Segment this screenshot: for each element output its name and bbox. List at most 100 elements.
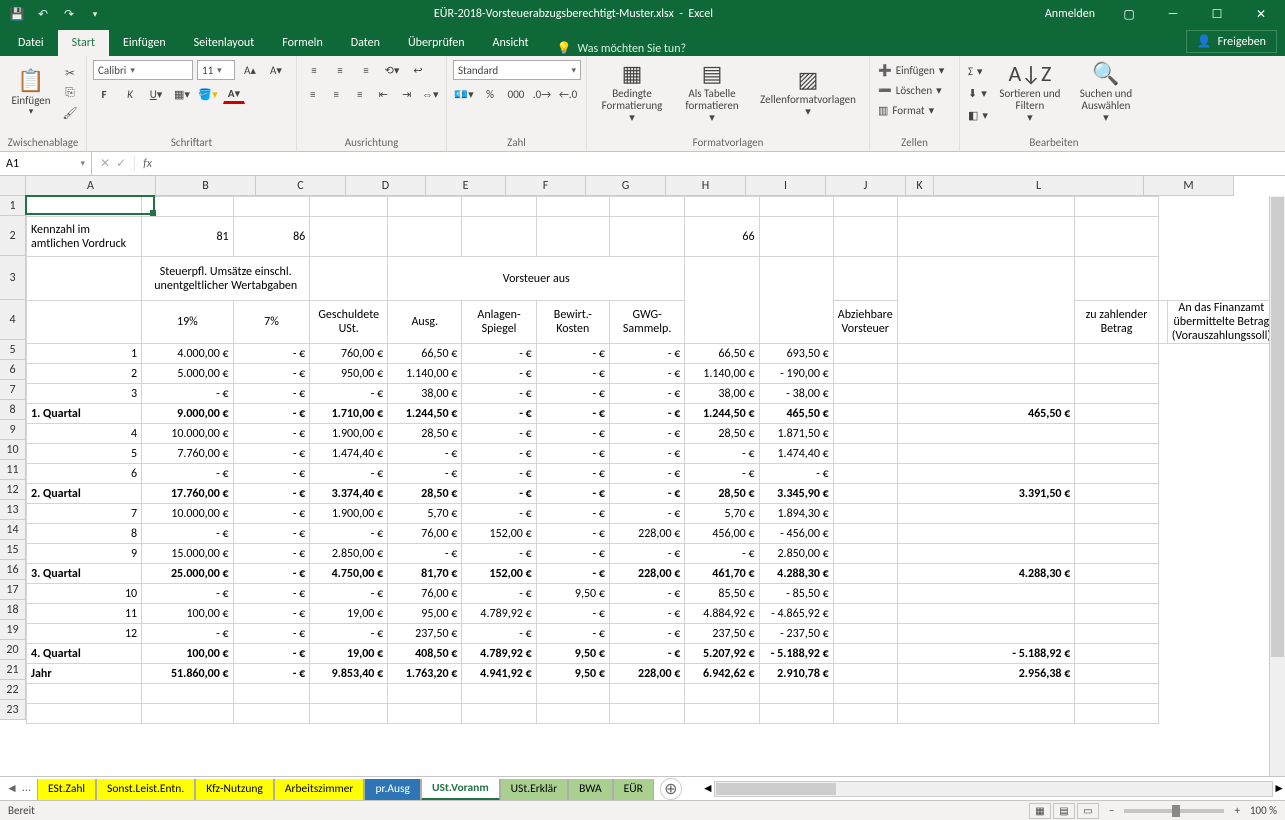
cell[interactable]: - € <box>462 624 536 644</box>
cell[interactable] <box>233 197 310 217</box>
cell[interactable]: 2.850,00 € <box>310 544 388 564</box>
cell[interactable]: 3.374,40 € <box>310 484 388 504</box>
column-headers[interactable]: ABCDEFGHIJKLM <box>26 176 1234 196</box>
row-header[interactable]: 10 <box>0 440 26 460</box>
zoom-out-icon[interactable]: − <box>1109 804 1114 817</box>
column-header[interactable]: H <box>666 176 746 196</box>
cell[interactable] <box>897 504 1075 524</box>
cell[interactable]: - € <box>609 384 684 404</box>
cell[interactable] <box>1075 484 1158 504</box>
cell[interactable]: - € <box>462 504 536 524</box>
align-bottom-icon[interactable]: ≡ <box>355 60 377 80</box>
tab-view[interactable]: Ansicht <box>479 30 543 56</box>
cell[interactable] <box>833 524 897 544</box>
increase-decimal-icon[interactable]: .0→ <box>531 84 553 104</box>
cell[interactable] <box>1075 624 1158 644</box>
view-pagelayout-icon[interactable]: ▤ <box>1053 803 1075 819</box>
cell[interactable] <box>1075 197 1158 217</box>
cell[interactable]: 693,50 € <box>759 344 833 364</box>
decrease-decimal-icon[interactable]: ←.0 <box>557 84 579 104</box>
cell[interactable] <box>1075 384 1158 404</box>
cell[interactable]: - € <box>233 564 310 584</box>
cell[interactable] <box>27 704 142 724</box>
sheet-tab-ustvoranm[interactable]: USt.Voranm <box>421 779 500 801</box>
cell[interactable]: - € <box>462 584 536 604</box>
cell[interactable] <box>609 197 684 217</box>
cell[interactable] <box>897 604 1075 624</box>
column-header[interactable]: J <box>826 176 906 196</box>
cell[interactable] <box>833 604 897 624</box>
cell[interactable]: - € <box>536 404 609 424</box>
cell[interactable]: 7% <box>233 301 310 344</box>
cell[interactable] <box>462 197 536 217</box>
close-icon[interactable]: ✕ <box>1241 0 1281 28</box>
cell[interactable]: 1.871,50 € <box>759 424 833 444</box>
hscroll-left-icon[interactable]: ◄ <box>702 781 714 796</box>
cell[interactable] <box>897 544 1075 564</box>
percent-format-icon[interactable]: % <box>479 84 501 104</box>
cell[interactable] <box>27 301 142 344</box>
cell[interactable] <box>1075 684 1158 704</box>
underline-button[interactable]: U▾ <box>145 84 167 104</box>
cell[interactable] <box>897 344 1075 364</box>
cell[interactable]: 1.244,50 € <box>685 404 759 424</box>
undo-icon[interactable]: ↶ <box>34 5 52 23</box>
tab-pagelayout[interactable]: Seitenlayout <box>180 30 269 56</box>
cell[interactable]: 760,00 € <box>310 344 388 364</box>
cell[interactable]: 152,00 € <box>462 564 536 584</box>
cell[interactable] <box>685 197 759 217</box>
cell[interactable]: 465,50 € <box>897 404 1075 424</box>
cell[interactable]: 4.884,92 € <box>685 604 759 624</box>
cell[interactable] <box>685 704 759 724</box>
cell[interactable] <box>462 217 536 257</box>
cell[interactable] <box>388 217 462 257</box>
row-header[interactable]: 18 <box>0 600 26 620</box>
share-button[interactable]: 👤 Freigeben <box>1186 30 1277 53</box>
cell[interactable] <box>1075 504 1158 524</box>
cell[interactable]: An das Finanzamt übermittelte Betrag (Vo… <box>1167 301 1275 344</box>
cell[interactable]: - € <box>233 404 310 424</box>
column-header[interactable]: M <box>1144 176 1234 196</box>
cells-area[interactable]: Kennzahl im amtlichen Vordruck818666Steu… <box>26 196 1285 724</box>
cell[interactable]: 28,50 € <box>388 424 462 444</box>
tell-me[interactable]: 💡 Was möchten Sie tun? <box>543 41 701 56</box>
column-header[interactable]: K <box>906 176 934 196</box>
cell[interactable] <box>759 197 833 217</box>
cell[interactable]: 9 <box>27 544 142 564</box>
format-painter-icon[interactable]: 🖌 <box>60 104 80 122</box>
cell-styles-button[interactable]: ▨Zellenformatvorlagen▾ <box>753 60 863 126</box>
bold-button[interactable]: F <box>93 84 115 104</box>
align-center-icon[interactable]: ≡ <box>327 84 347 104</box>
column-header[interactable]: B <box>156 176 256 196</box>
cell[interactable]: - € <box>233 464 310 484</box>
cell[interactable]: Jahr <box>27 664 142 684</box>
cell[interactable]: - € <box>233 664 310 684</box>
cell[interactable]: Bewirt.-Kosten <box>536 301 609 344</box>
cell[interactable]: 228,00 € <box>609 664 684 684</box>
cell[interactable] <box>833 684 897 704</box>
fill-button[interactable]: ⬇▾ <box>966 83 990 103</box>
cell[interactable]: - € <box>609 604 684 624</box>
cell[interactable] <box>685 257 759 344</box>
cell[interactable]: 10.000,00 € <box>142 504 234 524</box>
cell[interactable]: - € <box>233 424 310 444</box>
cell[interactable]: 152,00 € <box>462 524 536 544</box>
row-header[interactable]: 4 <box>0 300 26 340</box>
cell[interactable] <box>1075 364 1158 384</box>
accounting-format-icon[interactable]: 💶▾ <box>453 84 475 104</box>
cell[interactable]: - € <box>462 424 536 444</box>
cut-icon[interactable]: ✂ <box>60 64 80 82</box>
format-as-table-button[interactable]: ▤Als Tabelle formatieren▾ <box>675 60 749 126</box>
cell[interactable]: 3 <box>27 384 142 404</box>
row-header[interactable]: 19 <box>0 620 26 640</box>
cell[interactable]: - € <box>233 444 310 464</box>
sort-filter-button[interactable]: A↓ZSortieren und Filtern▾ <box>994 60 1066 126</box>
column-header[interactable]: C <box>256 176 346 196</box>
cell[interactable]: - € <box>462 404 536 424</box>
row-header[interactable]: 6 <box>0 360 26 380</box>
cell[interactable]: - € <box>233 484 310 504</box>
cell[interactable]: 11 <box>27 604 142 624</box>
cell[interactable]: - 5.188,92 € <box>759 644 833 664</box>
cell[interactable] <box>759 257 833 344</box>
cell[interactable]: 19% <box>142 301 234 344</box>
